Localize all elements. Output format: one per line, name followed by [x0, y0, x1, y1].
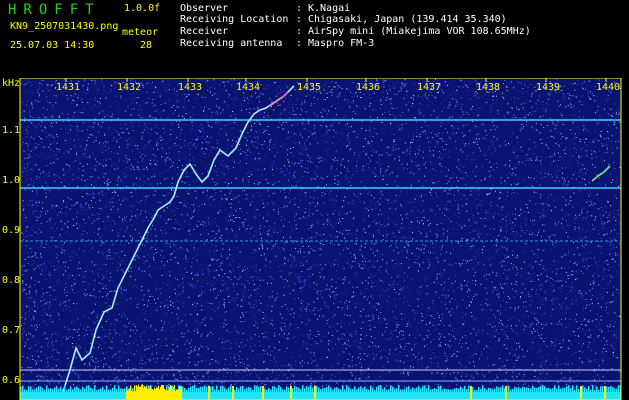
meta-label-observer: Observer	[180, 3, 229, 14]
meta-label-antenna: Receiving antenna	[180, 38, 283, 49]
header-panel: HROFFT 1.0.0f KN9_2507031430.png meteor …	[0, 0, 629, 78]
meta-value-observer: K.Nagai	[308, 3, 351, 14]
x-tick-label: 1435	[297, 82, 321, 93]
x-tick-label: 1436	[356, 82, 380, 93]
file-name: KN9_2507031430.png	[10, 21, 119, 32]
meta-value-receiver: AirSpy mini (Miakejima VOR 108.65MHz)	[308, 26, 531, 37]
datetime-label: 25.07.03 14:30	[10, 40, 95, 51]
meta-colon: :	[296, 3, 303, 14]
x-tick-label: 1432	[117, 82, 141, 93]
x-tick-label: 1433	[178, 82, 202, 93]
meta-colon: :	[296, 38, 303, 49]
y-tick-label: 0.7	[2, 325, 20, 336]
spectrogram-background	[20, 78, 621, 400]
y-tick-label: 0.9	[2, 225, 20, 236]
x-tick-label: 1431	[56, 82, 80, 93]
x-tick-label: 1439	[536, 82, 560, 93]
brand-title: HROFFT	[8, 2, 101, 18]
y-tick-label: 0.8	[2, 275, 20, 286]
detection-count: 28	[140, 40, 153, 51]
software-label: meteor	[122, 27, 159, 38]
meta-label-location: Receiving Location	[180, 14, 289, 25]
meta-colon: :	[296, 14, 303, 25]
spectrogram-plot: kHz 1431 1432 1433 1434 1435 1436 1437 1…	[2, 78, 622, 400]
meta-value-antenna: Maspro FM-3	[308, 38, 375, 49]
y-tick-label: 0.6	[2, 375, 20, 386]
y-unit-label: kHz	[2, 78, 20, 89]
y-tick-label: 1.1	[2, 125, 20, 136]
x-tick-label: 1437	[417, 82, 441, 93]
y-tick-label: 1.0	[2, 175, 20, 186]
x-tick-label: 1438	[476, 82, 500, 93]
x-tick-label: 1434	[236, 82, 260, 93]
meta-value-location: Chigasaki, Japan (139.414 35.340)	[308, 14, 507, 25]
x-tick-label: 1440	[596, 82, 620, 93]
version-label: 1.0.0f	[124, 3, 161, 14]
meta-colon: :	[296, 26, 303, 37]
meta-label-receiver: Receiver	[180, 26, 229, 37]
